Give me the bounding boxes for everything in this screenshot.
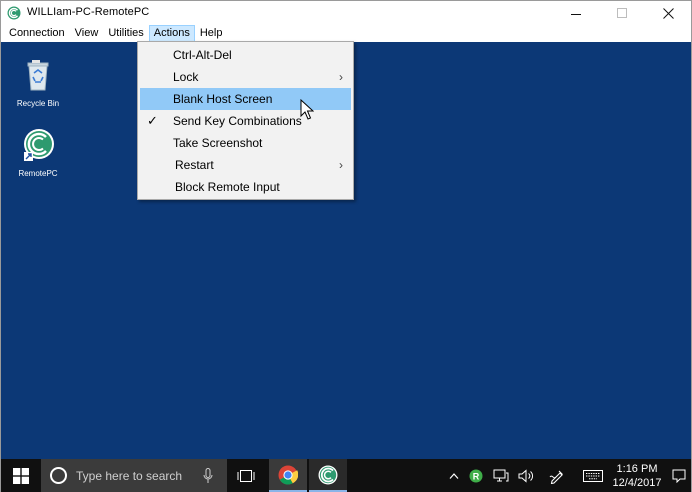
windows-logo-icon (13, 467, 29, 484)
notification-icon (672, 469, 686, 483)
tray-touch-keyboard[interactable] (581, 459, 605, 492)
network-icon (493, 469, 509, 481)
clock-date: 12/4/2017 (612, 477, 662, 489)
search-placeholder: Type here to search (76, 469, 183, 483)
maximize-button[interactable] (599, 1, 645, 25)
menu-item-label: Lock (173, 70, 199, 84)
start-button[interactable] (1, 459, 41, 492)
remotepc-icon (24, 129, 54, 161)
submenu-arrow-icon: › (339, 158, 343, 172)
remotepc-app-icon (7, 6, 21, 20)
menu-item-take-screenshot[interactable]: Take Screenshot (140, 132, 351, 154)
title-bar[interactable]: WILLIam-PC-RemotePC (1, 1, 691, 25)
taskbar-search-box[interactable]: Type here to search (41, 459, 227, 492)
menu-item-block-remote-input[interactable]: Block Remote Input (140, 176, 351, 198)
menu-item-ctrl-alt-del[interactable]: Ctrl-Alt-Del (140, 44, 351, 66)
menu-item-label: Take Screenshot (173, 136, 263, 150)
menu-view[interactable]: View (70, 25, 104, 42)
taskbar-remotepc-button[interactable] (309, 459, 347, 492)
action-center-button[interactable] (669, 459, 689, 492)
menu-actions[interactable]: Actions (148, 25, 195, 42)
tray-volume[interactable] (516, 459, 536, 492)
cortana-icon (50, 467, 67, 484)
menu-item-lock[interactable]: Lock › (140, 66, 351, 88)
keyboard-icon (583, 469, 603, 482)
menu-item-restart[interactable]: Restart › (140, 154, 351, 176)
menu-item-label: Restart (175, 158, 214, 172)
pen-icon (549, 470, 563, 484)
taskbar-clock[interactable]: 1:16 PM 12/4/2017 (609, 462, 665, 490)
actions-menu: Ctrl-Alt-Del Lock › Blank Host Screen ✓ … (137, 41, 354, 200)
chevron-up-icon (449, 472, 459, 479)
minimize-icon (571, 13, 581, 15)
menu-help[interactable]: Help (195, 25, 228, 42)
menu-item-label: Send Key Combinations (173, 114, 302, 128)
desktop-icon-recycle-bin[interactable]: Recycle Bin (1, 58, 75, 108)
menu-item-label: Blank Host Screen (173, 92, 273, 106)
remotepc-taskbar-icon (318, 465, 338, 484)
submenu-arrow-icon: › (339, 70, 343, 84)
taskbar-chrome-button[interactable] (269, 459, 307, 492)
task-view-button[interactable] (227, 459, 265, 492)
recycle-bin-label: Recycle Bin (16, 99, 60, 108)
menu-bar: Connection View Utilities Actions Help (1, 25, 691, 42)
window-title: WILLIam-PC-RemotePC (27, 6, 150, 18)
desktop-icon-remotepc[interactable]: RemotePC (1, 128, 75, 178)
taskbar: Type here to search R 1:16 PM 12/4/2017 (1, 459, 691, 492)
mouse-cursor-icon (300, 99, 314, 120)
checkmark-icon: ✓ (147, 113, 158, 128)
remotepc-window: WILLIam-PC-RemotePC Connection View Util… (0, 0, 692, 492)
menu-item-label: Block Remote Input (175, 180, 280, 194)
close-icon (662, 7, 674, 19)
tray-windows-ink[interactable] (546, 459, 568, 492)
menu-connection[interactable]: Connection (4, 25, 70, 42)
svg-text:R: R (473, 471, 480, 481)
show-hidden-icons-button[interactable] (444, 459, 464, 492)
chrome-icon (278, 465, 298, 485)
minimize-button[interactable] (553, 1, 599, 25)
maximize-icon (617, 8, 627, 18)
microphone-icon[interactable] (203, 468, 213, 484)
close-button[interactable] (645, 1, 691, 25)
clock-time: 1:16 PM (616, 463, 658, 475)
task-view-icon (237, 469, 255, 482)
remotepc-tray-icon: R (469, 469, 483, 482)
tray-network[interactable] (491, 459, 511, 492)
remotepc-label: RemotePC (18, 169, 58, 178)
menu-item-blank-host-screen[interactable]: Blank Host Screen (140, 88, 351, 110)
menu-utilities[interactable]: Utilities (103, 25, 148, 42)
volume-icon (518, 468, 533, 483)
tray-remotepc-status[interactable]: R (466, 459, 486, 492)
recycle-bin-icon (27, 60, 49, 91)
menu-item-label: Ctrl-Alt-Del (173, 48, 232, 62)
menu-item-send-key-combinations[interactable]: ✓ Send Key Combinations (140, 110, 351, 132)
